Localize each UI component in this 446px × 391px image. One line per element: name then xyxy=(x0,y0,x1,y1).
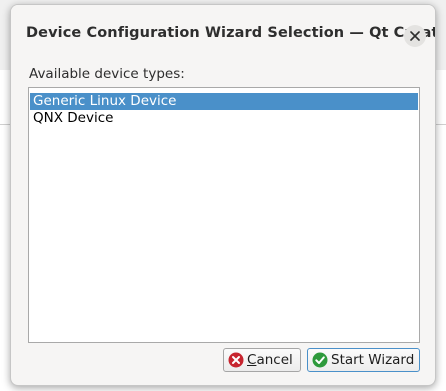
close-button[interactable] xyxy=(404,25,426,47)
checkmark-icon xyxy=(312,352,328,368)
start-wizard-button[interactable]: Start Wizard xyxy=(307,348,420,372)
list-item-generic-linux-device[interactable]: Generic Linux Device xyxy=(30,93,418,110)
start-wizard-button-label: Start Wizard xyxy=(331,352,415,368)
wizard-selection-dialog: Device Configuration Wizard Selection — … xyxy=(10,4,436,386)
close-icon xyxy=(410,31,420,41)
dialog-titlebar[interactable]: Device Configuration Wizard Selection — … xyxy=(11,5,435,57)
list-item-qnx-device[interactable]: QNX Device xyxy=(30,110,418,127)
cancel-button[interactable]: Cancel xyxy=(223,348,301,372)
device-types-list[interactable]: Generic Linux Device QNX Device xyxy=(28,87,420,343)
cancel-button-label: Cancel xyxy=(247,352,293,368)
dialog-title: Device Configuration Wizard Selection — … xyxy=(26,25,436,41)
cancel-icon xyxy=(228,352,244,368)
available-device-types-label: Available device types: xyxy=(29,66,185,82)
